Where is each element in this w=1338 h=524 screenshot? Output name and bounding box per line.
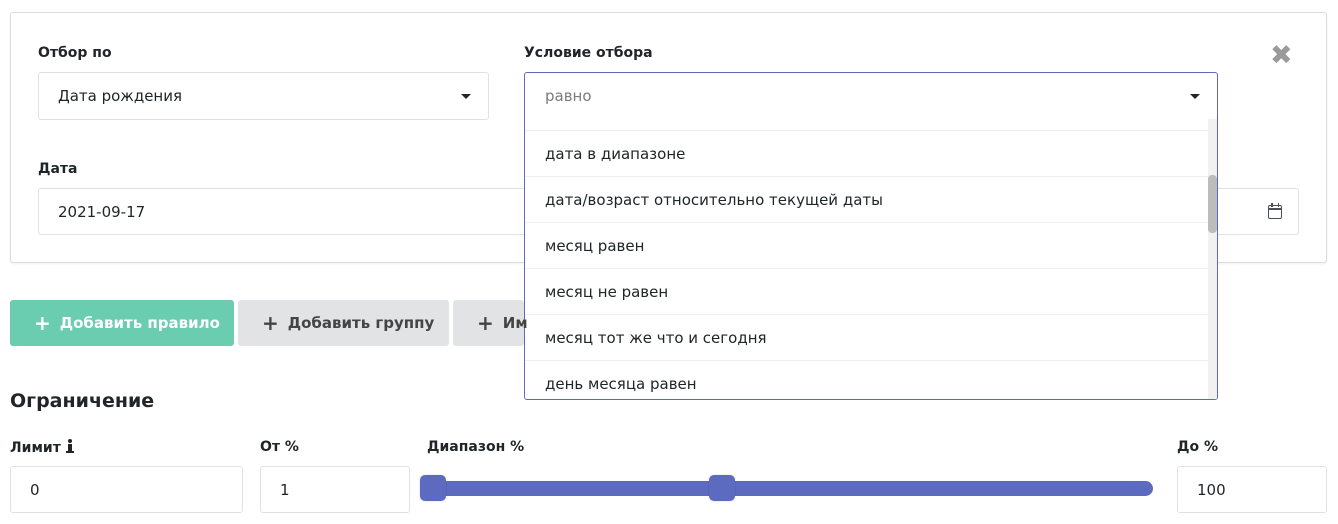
- range-percent-label: Диапазон %: [427, 439, 525, 455]
- from-percent-value: 1: [280, 480, 290, 499]
- limit-label: Лимит: [10, 439, 74, 456]
- condition-options-list: дата в диапазоне дата/возраст относитель…: [525, 131, 1208, 399]
- from-percent-input[interactable]: 1: [260, 466, 410, 513]
- dropdown-scrollbar-thumb[interactable]: [1208, 175, 1217, 233]
- plus-icon: +: [262, 311, 279, 335]
- add-rule-button[interactable]: + Добавить правило: [10, 300, 234, 346]
- filter-field-value: Дата рождения: [58, 87, 182, 105]
- date-label: Дата: [38, 161, 78, 177]
- limit-input[interactable]: 0: [10, 466, 243, 513]
- caret-down-icon: [1190, 94, 1200, 99]
- add-rule-label: Добавить правило: [59, 314, 220, 332]
- filter-field-label: Отбор по: [38, 45, 112, 61]
- condition-select-dropdown[interactable]: равно дата в диапазоне дата/возраст отно…: [524, 72, 1218, 400]
- caret-down-icon: [461, 94, 471, 99]
- to-percent-label: До %: [1177, 439, 1218, 455]
- to-percent-value: 100: [1197, 480, 1226, 499]
- close-icon[interactable]: ✖: [1270, 42, 1293, 69]
- range-slider-high-handle[interactable]: [709, 475, 736, 501]
- limit-section-title: Ограничение: [10, 390, 155, 412]
- import-button[interactable]: + Им: [453, 300, 528, 346]
- date-value: 2021-09-17: [58, 202, 146, 221]
- plus-icon: +: [477, 311, 494, 335]
- add-group-button[interactable]: + Добавить группу: [238, 300, 449, 346]
- option-month-same-as-today[interactable]: месяц тот же что и сегодня: [525, 315, 1208, 361]
- range-slider-track[interactable]: [422, 481, 1153, 496]
- option-month-equals[interactable]: месяц равен: [525, 223, 1208, 269]
- from-percent-label: От %: [260, 439, 299, 455]
- condition-value: равно: [545, 87, 592, 105]
- filter-field-select[interactable]: Дата рождения: [38, 72, 489, 120]
- range-slider-low-handle[interactable]: [420, 475, 446, 501]
- option-day-of-month-equals[interactable]: день месяца равен: [525, 361, 1208, 399]
- option-date-in-range[interactable]: дата в диапазоне: [525, 131, 1208, 177]
- info-icon[interactable]: [65, 439, 74, 453]
- add-group-label: Добавить группу: [287, 314, 435, 332]
- dropdown-scrollbar-track[interactable]: [1208, 119, 1217, 399]
- limit-value: 0: [30, 480, 40, 499]
- import-label: Им: [502, 314, 528, 332]
- option-date-age-relative[interactable]: дата/возраст относительно текущей даты: [525, 177, 1208, 223]
- option-month-not-equals[interactable]: месяц не равен: [525, 269, 1208, 315]
- to-percent-input[interactable]: 100: [1177, 466, 1327, 513]
- condition-select[interactable]: равно: [525, 73, 1217, 119]
- calendar-icon[interactable]: [1268, 203, 1282, 219]
- condition-label: Условие отбора: [524, 45, 653, 61]
- plus-icon: +: [34, 311, 51, 335]
